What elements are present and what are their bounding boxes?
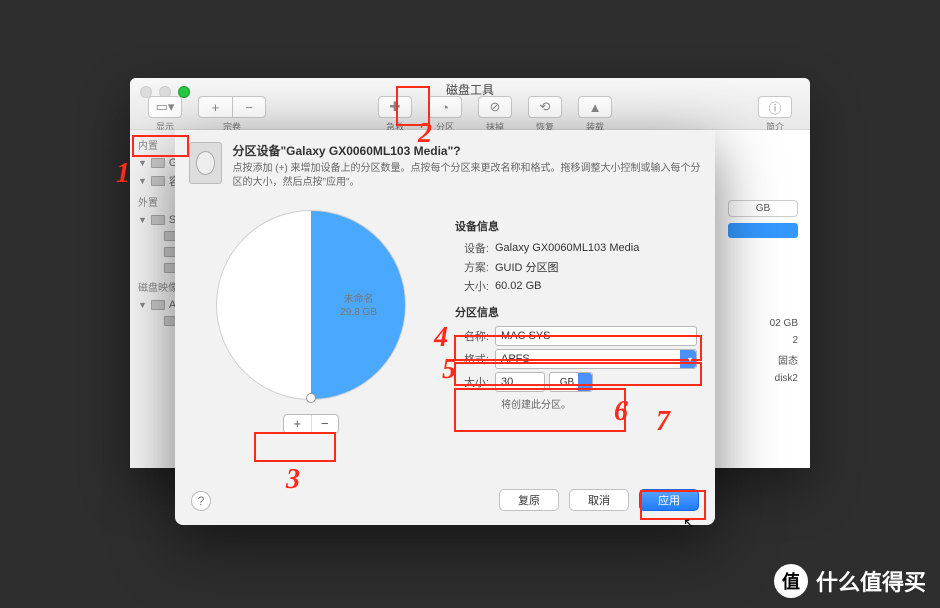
resize-handle[interactable] [306, 393, 316, 403]
add-remove-segment: + − [283, 414, 339, 434]
watermark: 值 什么值得买 [774, 564, 926, 598]
annotation-1: 1 [116, 158, 130, 190]
volume-remove-button[interactable]: − [232, 96, 266, 118]
pie-slice-name: 未命名 [245, 293, 275, 306]
device-info-heading: 设备信息 [455, 218, 697, 234]
titlebar: 磁盘工具 ▭▾ 显示 + − 宗卷 ✚急救 ◔分区 ⊘抹掉 ⟲恢复 ▲装载 ⓘ简… [130, 78, 810, 130]
pie-slice-name: 未命名 [340, 293, 377, 306]
volume-add-button[interactable]: + [198, 96, 232, 118]
info-button[interactable]: ⓘ [758, 96, 792, 118]
view-button[interactable]: ▭▾ [148, 96, 182, 118]
partition-form: 设备信息 设备:Galaxy GX0060ML103 Media 方案:GUID… [455, 218, 697, 411]
device-value: Galaxy GX0060ML103 Media [495, 242, 697, 254]
cancel-button[interactable]: 取消 [569, 489, 629, 511]
size-input-value: 30 [501, 376, 513, 388]
add-partition-button[interactable]: + [284, 415, 312, 433]
scheme-label: 方案: [455, 259, 495, 275]
partition-pie[interactable]: 未命名 30 GB 未命名 29.8 GB + − [201, 210, 421, 434]
drive-icon [189, 142, 222, 184]
apply-button[interactable]: 应用 [639, 489, 699, 511]
disk-icon [151, 158, 165, 168]
partition-sheet: 分区设备"Galaxy GX0060ML103 Media"? 点按添加 (+)… [175, 130, 715, 525]
format-select[interactable]: APFS ▾ [495, 349, 697, 369]
info-value: 2 [728, 335, 798, 346]
format-select-value: APFS [501, 353, 530, 365]
disk-icon [151, 300, 165, 310]
size-unit-select[interactable]: GB [549, 372, 593, 392]
pie-chart[interactable]: 未命名 30 GB 未命名 29.8 GB [216, 210, 406, 400]
device-label: 设备: [455, 240, 495, 256]
size-label: 大小: [455, 374, 495, 390]
disk-icon [151, 176, 165, 186]
size-input[interactable]: 30 [495, 372, 545, 392]
name-input[interactable]: MAC SYS [495, 326, 697, 346]
pie-slice-size: 29.8 GB [340, 306, 377, 319]
name-label: 名称: [455, 328, 495, 344]
scheme-value: GUID 分区图 [495, 259, 697, 275]
sheet-description: 点按添加 (+) 来增加设备上的分区数量。点按每个分区来更改名称和格式。拖移调整… [232, 162, 701, 190]
info-value: disk2 [728, 373, 798, 384]
remove-partition-button[interactable]: − [312, 415, 339, 433]
total-size-value: 60.02 GB [495, 280, 697, 292]
info-value: 固态 [728, 352, 798, 367]
gb-button[interactable]: GB [728, 200, 798, 217]
watermark-text: 什么值得买 [816, 565, 926, 597]
status-badge [728, 223, 798, 238]
info-panel: GB 02 GB 2 固态 disk2 [728, 200, 798, 384]
pie-slice-left: 未命名 30 GB [245, 293, 275, 319]
sheet-buttons: 复原 取消 应用 [499, 489, 699, 511]
pie-slice-right: 未命名 29.8 GB [340, 293, 377, 319]
pie-slice-size: 30 GB [245, 306, 275, 319]
sheet-title: 分区设备"Galaxy GX0060ML103 Media"? [232, 142, 701, 159]
revert-button[interactable]: 复原 [499, 489, 559, 511]
name-input-value: MAC SYS [501, 330, 551, 342]
restore-button[interactable]: ⟲ [528, 96, 562, 118]
first-aid-button[interactable]: ✚ [378, 96, 412, 118]
partition-info-heading: 分区信息 [455, 304, 697, 320]
sheet-header: 分区设备"Galaxy GX0060ML103 Media"? 点按添加 (+)… [175, 130, 715, 202]
partition-button[interactable]: ◔ [428, 96, 462, 118]
total-size-label: 大小: [455, 278, 495, 294]
disk-icon [151, 215, 165, 225]
format-label: 格式: [455, 351, 495, 367]
erase-button[interactable]: ⊘ [478, 96, 512, 118]
watermark-icon: 值 [774, 564, 808, 598]
partition-note: 将创建此分区。 [501, 396, 697, 411]
help-button[interactable]: ? [191, 491, 211, 511]
mount-button[interactable]: ▲ [578, 96, 612, 118]
info-value: 02 GB [728, 318, 798, 329]
size-unit-value: GB [560, 377, 574, 388]
chevron-updown-icon: ▾ [688, 355, 692, 364]
